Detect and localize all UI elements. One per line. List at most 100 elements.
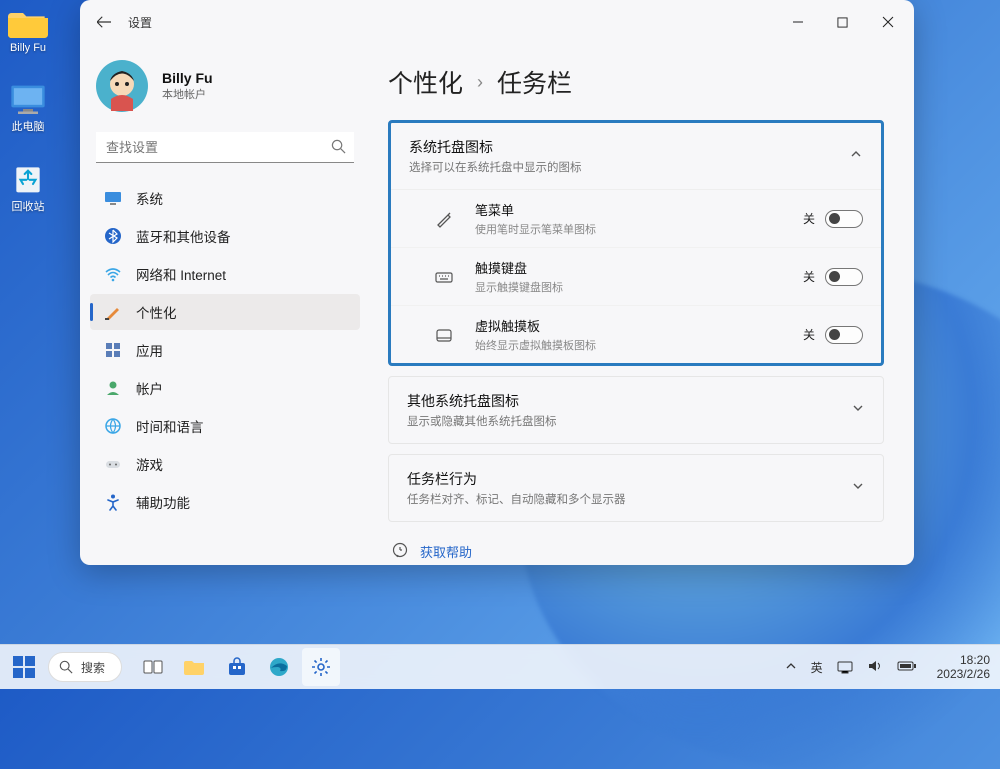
sidebar-item-label: 游戏	[136, 454, 163, 474]
desktop-icon-recycle-bin[interactable]: 回收站	[8, 162, 48, 214]
setting-touch-keyboard: 触摸键盘 显示触摸键盘图标 关	[391, 247, 881, 305]
sidebar-item-time-language[interactable]: 时间和语言	[90, 408, 360, 444]
user-name: Billy Fu	[162, 70, 213, 86]
sidebar-item-network[interactable]: 网络和 Internet	[90, 256, 360, 292]
sidebar-item-label: 系统	[136, 188, 163, 208]
taskbar-settings[interactable]	[302, 648, 340, 686]
tray-overflow-icon[interactable]	[785, 660, 797, 675]
desktop-icons: Billy Fu 此电脑 回收站	[8, 6, 48, 214]
setting-virtual-touchpad: 虚拟触摸板 始终显示虚拟触摸板图标 关	[391, 305, 881, 363]
start-button[interactable]	[10, 653, 38, 681]
system-tray: 英 18:20 2023/2/26	[785, 653, 990, 682]
taskbar-search[interactable]: 搜索	[48, 652, 122, 682]
sidebar-item-apps[interactable]: 应用	[90, 332, 360, 368]
search-icon	[59, 660, 73, 674]
sidebar-item-label: 帐户	[136, 378, 163, 398]
setting-title: 触摸键盘	[475, 258, 803, 277]
paint-icon	[104, 303, 122, 321]
clock-time: 18:20	[937, 653, 990, 667]
toggle-pen-menu[interactable]	[825, 210, 863, 228]
breadcrumb: 个性化 › 任务栏	[388, 64, 884, 100]
back-button[interactable]	[90, 8, 118, 36]
network-icon[interactable]	[837, 658, 853, 677]
taskbar-task-view[interactable]	[134, 648, 172, 686]
setting-pen-menu: 笔菜单 使用笔时显示笔菜单图标 关	[391, 190, 881, 247]
card-header-other-tray[interactable]: 其他系统托盘图标 显示或隐藏其他系统托盘图标	[389, 377, 883, 443]
search-input[interactable]	[96, 132, 354, 163]
card-header-taskbar-behaviors[interactable]: 任务栏行为 任务栏对齐、标记、自动隐藏和多个显示器	[389, 455, 883, 521]
toggle-touch-keyboard[interactable]	[825, 268, 863, 286]
page-title: 任务栏	[497, 64, 572, 100]
chevron-right-icon: ›	[477, 72, 483, 93]
search-icon	[331, 139, 346, 159]
sidebar: Billy Fu 本地帐户 系统 蓝牙和其他设备	[80, 44, 370, 565]
sidebar-item-label: 蓝牙和其他设备	[136, 226, 231, 246]
toggle-virtual-touchpad[interactable]	[825, 326, 863, 344]
battery-icon[interactable]	[897, 660, 917, 675]
system-icon	[104, 189, 122, 207]
breadcrumb-parent[interactable]: 个性化	[388, 64, 463, 100]
pen-icon	[431, 210, 457, 228]
other-tray-icons-card: 其他系统托盘图标 显示或隐藏其他系统托盘图标	[388, 376, 884, 444]
setting-title: 笔菜单	[475, 200, 803, 219]
toggle-state: 关	[803, 326, 815, 343]
desktop-icon-this-pc[interactable]: 此电脑	[8, 82, 48, 134]
help-text: 获取帮助	[420, 542, 472, 561]
get-help-link[interactable]: 获取帮助	[388, 542, 884, 561]
taskbar-store[interactable]	[218, 648, 256, 686]
sidebar-item-gaming[interactable]: 游戏	[90, 446, 360, 482]
close-button[interactable]	[865, 7, 910, 37]
sidebar-item-bluetooth[interactable]: 蓝牙和其他设备	[90, 218, 360, 254]
help-icon	[392, 542, 408, 561]
sidebar-item-personalization[interactable]: 个性化	[90, 294, 360, 330]
sidebar-item-label: 时间和语言	[136, 416, 204, 436]
settings-window: 设置 Billy Fu 本地帐户	[80, 0, 914, 565]
avatar	[96, 60, 148, 112]
desktop-icon-label: 此电脑	[12, 118, 45, 134]
toggle-state: 关	[803, 210, 815, 227]
desktop-icon-user-folder[interactable]: Billy Fu	[8, 6, 48, 54]
chevron-down-icon	[851, 401, 865, 420]
bluetooth-icon	[104, 227, 122, 245]
card-title: 任务栏行为	[407, 469, 851, 489]
card-header-tray[interactable]: 系统托盘图标 选择可以在系统托盘中显示的图标	[391, 123, 881, 189]
accessibility-icon	[104, 493, 122, 511]
sidebar-item-label: 个性化	[136, 302, 177, 322]
clock[interactable]: 18:20 2023/2/26	[937, 653, 990, 682]
sidebar-item-label: 辅助功能	[136, 492, 190, 512]
chevron-down-icon	[851, 479, 865, 498]
card-title: 其他系统托盘图标	[407, 391, 851, 411]
taskbar-file-explorer[interactable]	[176, 648, 214, 686]
user-block[interactable]: Billy Fu 本地帐户	[86, 54, 364, 118]
sidebar-item-label: 网络和 Internet	[136, 264, 226, 284]
window-title: 设置	[128, 14, 152, 31]
sidebar-item-accounts[interactable]: 帐户	[90, 370, 360, 406]
sidebar-item-label: 应用	[136, 340, 163, 360]
ime-indicator[interactable]: 英	[811, 659, 823, 676]
keyboard-icon	[431, 268, 457, 286]
desktop-icon-label: Billy Fu	[10, 42, 46, 54]
setting-subtitle: 显示触摸键盘图标	[475, 279, 803, 295]
taskbar-edge[interactable]	[260, 648, 298, 686]
touchpad-icon	[431, 326, 457, 344]
desktop-icon-label: 回收站	[12, 198, 45, 214]
sidebar-item-accessibility[interactable]: 辅助功能	[90, 484, 360, 520]
gamepad-icon	[104, 455, 122, 473]
card-subtitle: 任务栏对齐、标记、自动隐藏和多个显示器	[407, 491, 851, 507]
wifi-icon	[104, 265, 122, 283]
card-subtitle: 显示或隐藏其他系统托盘图标	[407, 413, 851, 429]
chevron-up-icon	[849, 147, 863, 166]
minimize-button[interactable]	[775, 7, 820, 37]
sidebar-item-system[interactable]: 系统	[90, 180, 360, 216]
setting-title: 虚拟触摸板	[475, 316, 803, 335]
card-subtitle: 选择可以在系统托盘中显示的图标	[409, 159, 849, 175]
taskbar: 搜索 英 18:20 2023/2/26	[0, 644, 1000, 689]
user-account-type: 本地帐户	[162, 86, 213, 102]
volume-icon[interactable]	[867, 658, 883, 677]
titlebar: 设置	[80, 0, 914, 44]
main-content: 个性化 › 任务栏 系统托盘图标 选择可以在系统托盘中显示的图标 笔	[370, 44, 914, 565]
setting-subtitle: 始终显示虚拟触摸板图标	[475, 337, 803, 353]
search-box	[96, 132, 354, 163]
maximize-button[interactable]	[820, 7, 865, 37]
setting-subtitle: 使用笔时显示笔菜单图标	[475, 221, 803, 237]
